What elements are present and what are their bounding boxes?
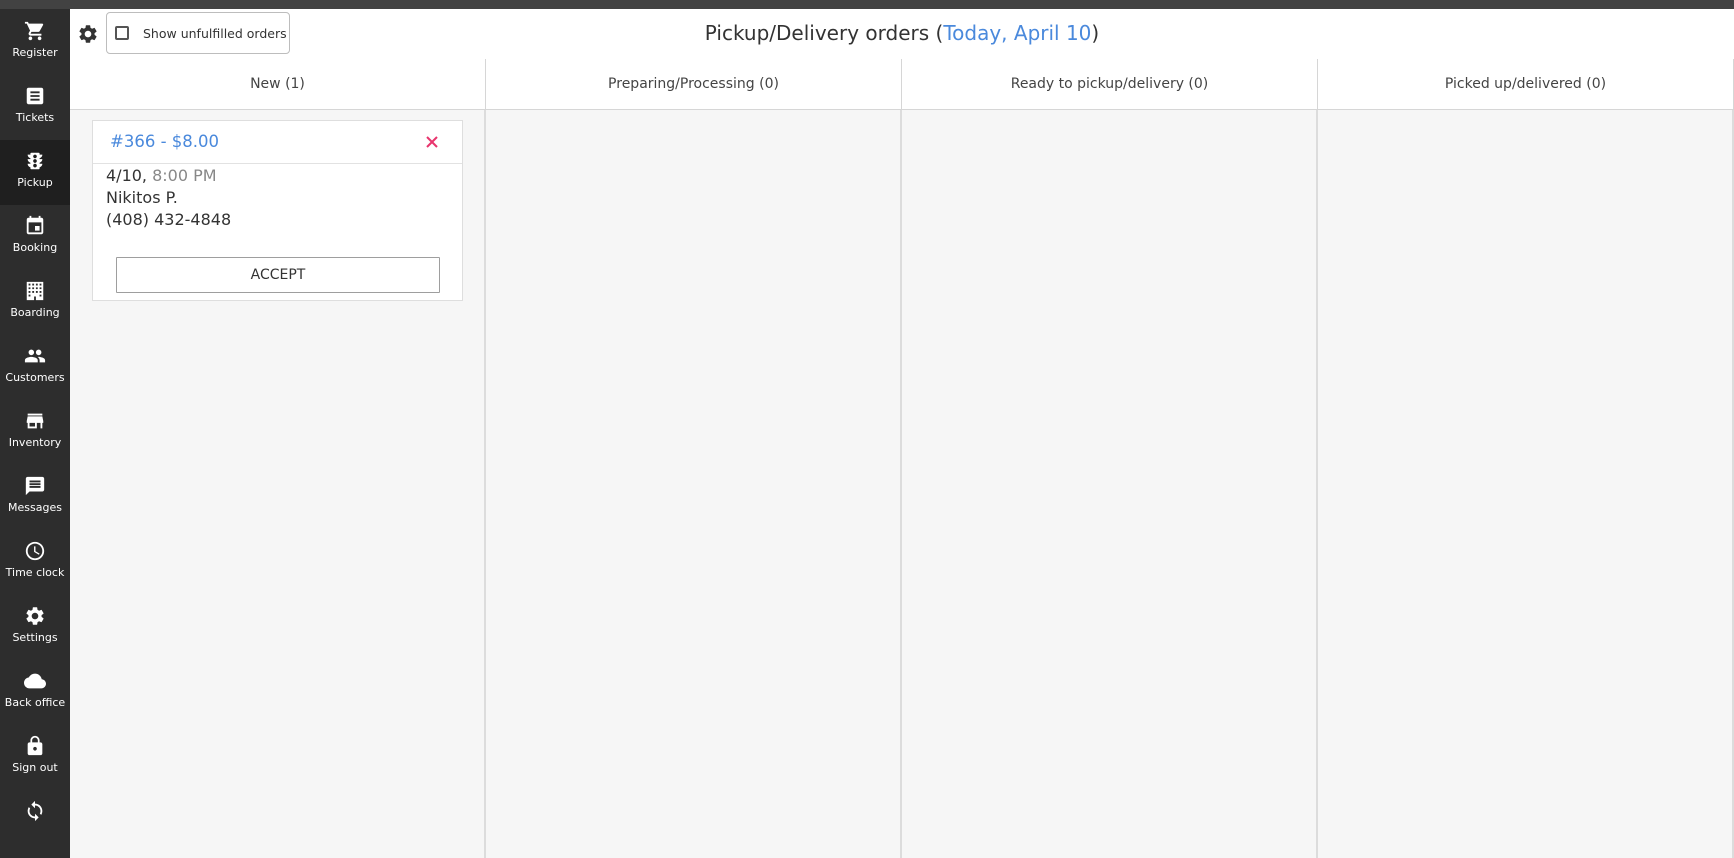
order-phone: (408) 432-4848 <box>106 210 232 229</box>
sidebar-item-label: Time clock <box>5 566 65 579</box>
sidebar-item-booking[interactable]: Booking <box>0 205 70 270</box>
column-new: #366 - $8.00 4/10, 8:00 PM Nikitos P. (4… <box>70 110 486 858</box>
page-header: Pickup/Delivery orders (Today, April 10)… <box>70 9 1734 60</box>
column-header-ready: Ready to pickup/delivery (0) <box>902 59 1318 110</box>
title-prefix: Pickup/Delivery orders ( <box>704 21 944 45</box>
sidebar-item-sync[interactable] <box>0 790 70 855</box>
sidebar-item-label: Booking <box>12 241 58 254</box>
close-icon <box>426 136 438 148</box>
sidebar-item-label: Register <box>12 46 58 59</box>
sidebar-item-label: Settings <box>12 631 58 644</box>
show-unfulfilled-label: Show unfulfilled orders <box>143 26 287 41</box>
clock-icon <box>25 541 45 561</box>
store-icon <box>26 413 44 429</box>
people-icon <box>24 349 46 363</box>
gear-icon <box>79 25 97 43</box>
sidebar-item-messages[interactable]: Messages <box>0 465 70 530</box>
cart-icon <box>24 21 44 41</box>
sidebar-item-customers[interactable]: Customers <box>0 335 70 400</box>
sidebar-item-label: Messages <box>8 501 62 514</box>
order-customer: Nikitos P. <box>106 188 178 207</box>
sidebar-item-label: Sign out <box>12 761 58 774</box>
settings-button[interactable] <box>77 23 99 45</box>
order-time: 8:00 PM <box>152 166 217 185</box>
sidebar-item-boarding[interactable]: Boarding <box>0 270 70 335</box>
gear-icon <box>26 607 44 625</box>
sidebar-item-tickets[interactable]: Tickets <box>0 75 70 140</box>
show-unfulfilled-toggle[interactable]: Show unfulfilled orders <box>106 12 290 54</box>
accept-order-button[interactable]: ACCEPT <box>116 257 440 293</box>
title-suffix: ) <box>1091 21 1100 45</box>
sidebar-item-back-office[interactable]: Back office <box>0 660 70 725</box>
title-date[interactable]: Today, April 10 <box>943 21 1091 45</box>
sidebar-item-settings[interactable]: Settings <box>0 595 70 660</box>
sidebar-item-label: Customers <box>5 371 65 384</box>
lock-icon <box>27 735 43 756</box>
sidebar-item-pickup[interactable]: Pickup <box>0 140 70 205</box>
show-unfulfilled-checkbox[interactable] <box>115 26 129 40</box>
sidebar: Register Tickets Pickup Booking Boarding… <box>0 9 70 858</box>
sidebar-item-register[interactable]: Register <box>0 10 70 75</box>
reject-order-button[interactable] <box>423 133 441 151</box>
top-strip <box>0 0 1734 9</box>
sidebar-item-time-clock[interactable]: Time clock <box>0 530 70 595</box>
order-date: 4/10, <box>106 166 148 185</box>
ticket-icon <box>26 87 44 105</box>
column-header-picked-up: Picked up/delivered (0) <box>1318 59 1734 110</box>
building-icon <box>26 281 44 301</box>
column-ready <box>902 110 1318 858</box>
traffic-light-icon <box>27 152 43 170</box>
sidebar-item-label: Tickets <box>15 111 55 124</box>
sidebar-item-sign-out[interactable]: Sign out <box>0 725 70 790</box>
column-header-preparing: Preparing/Processing (0) <box>486 59 902 110</box>
sidebar-item-label: Back office <box>4 696 66 709</box>
sidebar-item-label: Boarding <box>10 306 60 319</box>
order-card-header: #366 - $8.00 <box>93 121 462 164</box>
page-title: Pickup/Delivery orders (Today, April 10) <box>70 21 1734 45</box>
order-id-link[interactable]: #366 - $8.00 <box>110 132 219 151</box>
order-datetime: 4/10, 8:00 PM <box>106 166 217 185</box>
column-preparing <box>486 110 902 858</box>
sync-icon <box>27 800 43 822</box>
column-header-new: New (1) <box>70 59 486 110</box>
order-card[interactable]: #366 - $8.00 4/10, 8:00 PM Nikitos P. (4… <box>92 120 463 301</box>
sidebar-item-label: Inventory <box>8 436 62 449</box>
cloud-icon <box>24 673 46 689</box>
message-icon <box>25 476 45 496</box>
sidebar-item-label: Pickup <box>17 176 53 189</box>
sidebar-item-inventory[interactable]: Inventory <box>0 400 70 465</box>
calendar-icon <box>26 215 44 235</box>
column-picked-up <box>1318 110 1734 858</box>
main-area: Pickup/Delivery orders (Today, April 10)… <box>70 9 1734 858</box>
